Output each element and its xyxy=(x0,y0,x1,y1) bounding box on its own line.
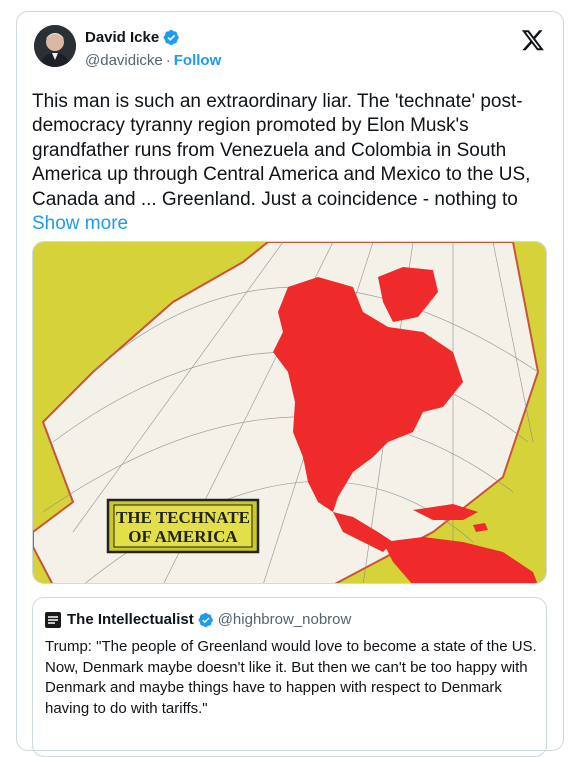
show-more-link[interactable]: Show more xyxy=(32,213,128,234)
author-avatar[interactable] xyxy=(34,25,76,67)
handle-separator: · xyxy=(165,52,171,69)
verified-badge-icon xyxy=(163,29,179,46)
quote-avatar-icon xyxy=(45,611,61,628)
quoted-tweet[interactable]: The Intellectualist @highbrow_nobrow Tru… xyxy=(32,597,547,757)
quote-author-handle[interactable]: @highbrow_nobrow xyxy=(218,611,352,628)
quote-author-name[interactable]: The Intellectualist xyxy=(67,611,194,628)
author-handle-row: @davidicke · Follow xyxy=(85,52,221,69)
tweet-text: This man is such an extraordinary liar. … xyxy=(32,90,552,236)
tweet-card: David Icke @davidicke · Follow This man is… xyxy=(16,11,564,757)
follow-button[interactable]: Follow xyxy=(174,52,222,69)
author-name-row: David Icke xyxy=(85,29,180,46)
author-handle[interactable]: @davidicke xyxy=(85,52,163,69)
quote-text: Trump: "The people of Greenland would lo… xyxy=(45,638,537,717)
tweet-body: This man is such an extraordinary liar. … xyxy=(32,91,531,210)
sign-line-1: THE TECHNATE xyxy=(116,508,250,527)
tweet-media-image[interactable]: THE TECHNATE OF AMERICA xyxy=(32,241,547,584)
x-logo-icon[interactable] xyxy=(521,28,545,52)
sign-line-2: OF AMERICA xyxy=(128,527,238,546)
quote-header: The Intellectualist @highbrow_nobrow xyxy=(45,611,351,628)
quote-verified-badge-icon xyxy=(198,612,213,627)
author-name[interactable]: David Icke xyxy=(85,29,159,46)
technate-map-image: THE TECHNATE OF AMERICA xyxy=(33,242,546,583)
